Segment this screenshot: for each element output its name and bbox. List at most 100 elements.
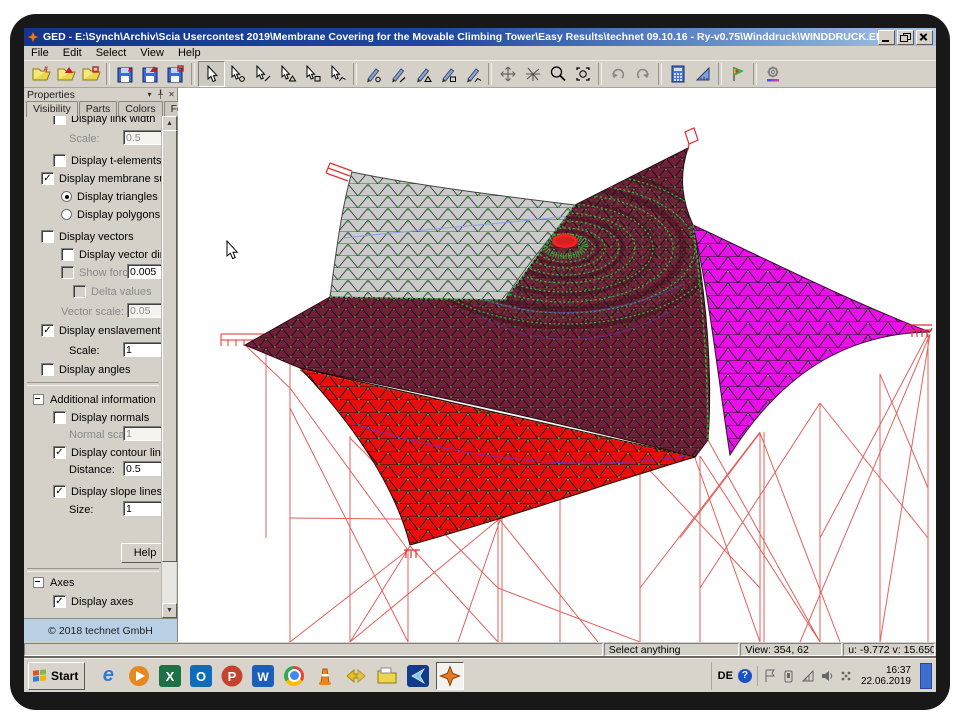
checkbox-box[interactable]: ✓: [61, 266, 74, 279]
checkbox-display-angles[interactable]: ✓Display angles: [41, 363, 131, 376]
menu-view[interactable]: View: [133, 47, 171, 59]
word-icon[interactable]: W: [250, 663, 276, 689]
checkbox-display-normals[interactable]: ✓Display normals: [53, 411, 149, 424]
checkbox-box[interactable]: ✓: [53, 485, 66, 498]
checkbox-box[interactable]: ✓: [41, 172, 54, 185]
tab-colors[interactable]: Colors: [118, 101, 162, 116]
save-points-icon[interactable]: [163, 62, 188, 86]
dots-tray-icon[interactable]: [839, 668, 853, 684]
file-manager-icon[interactable]: [374, 663, 400, 689]
excel-icon[interactable]: X: [157, 663, 183, 689]
help-button[interactable]: Help: [121, 543, 163, 563]
move-icon[interactable]: [495, 62, 520, 86]
collapse-icon[interactable]: [33, 577, 44, 588]
menu-select[interactable]: Select: [89, 47, 134, 59]
redo-icon[interactable]: [630, 62, 655, 86]
undo-icon[interactable]: [605, 62, 630, 86]
save-lines-icon[interactable]: [138, 62, 163, 86]
ged-app-icon[interactable]: [436, 662, 464, 690]
save-project-icon[interactable]: #: [113, 62, 138, 86]
panel-scrollbar[interactable]: ▲ ▼: [161, 116, 176, 618]
checkbox-display-link-width[interactable]: ✓Display link width: [53, 116, 155, 125]
menu-edit[interactable]: Edit: [56, 47, 89, 59]
device-tray-icon[interactable]: [782, 668, 796, 684]
checkbox-box[interactable]: ✓: [41, 324, 54, 337]
checkbox-display-axes[interactable]: ✓Display axes: [53, 595, 133, 608]
scroll-down-icon[interactable]: ▼: [162, 603, 177, 618]
zoom-icon[interactable]: [545, 62, 570, 86]
checkbox-box[interactable]: ✓: [53, 154, 66, 167]
open-project-icon[interactable]: #: [28, 62, 53, 86]
vlc-icon[interactable]: [312, 663, 338, 689]
help-tray-icon[interactable]: ?: [738, 669, 752, 683]
checkbox-box[interactable]: ✓: [53, 116, 66, 125]
explode-icon[interactable]: [520, 62, 545, 86]
checkbox-box[interactable]: ✓: [73, 285, 86, 298]
restore-button[interactable]: [897, 30, 914, 45]
vector-scale-field[interactable]: [127, 303, 163, 318]
checkbox-box[interactable]: ✓: [41, 230, 54, 243]
open-lines-icon[interactable]: [53, 62, 78, 86]
select-lines-icon[interactable]: [250, 62, 275, 86]
outlook-icon[interactable]: O: [188, 663, 214, 689]
panel-header[interactable]: Properties ▾ ╀ ✕: [24, 88, 177, 102]
volume-tray-icon[interactable]: [820, 668, 834, 684]
flag-tray-icon[interactable]: [763, 668, 777, 684]
clock[interactable]: 16:37 22.06.2019: [861, 665, 911, 687]
checkbox-box[interactable]: ✓: [61, 248, 74, 261]
checkbox-display-t-elements[interactable]: ✓Display t-elements: [53, 154, 161, 167]
show-desktop-button[interactable]: [920, 663, 932, 689]
viewer-icon[interactable]: [405, 663, 431, 689]
draw-polylines-icon[interactable]: [460, 62, 485, 86]
tab-parts[interactable]: Parts: [79, 101, 118, 116]
enslavement-scale-field[interactable]: [123, 342, 163, 357]
start-button[interactable]: Start: [28, 662, 85, 690]
checkbox-box[interactable]: ✓: [53, 446, 66, 459]
select-polylines-icon[interactable]: [325, 62, 350, 86]
calculator-icon[interactable]: [665, 62, 690, 86]
show-forces-field[interactable]: [127, 264, 163, 279]
select-points-icon[interactable]: [225, 62, 250, 86]
radio-dot[interactable]: [61, 191, 72, 202]
checkbox-display-vectors[interactable]: ✓Display vectors: [41, 230, 134, 243]
draw-rectangles-icon[interactable]: [435, 62, 460, 86]
panel-menu-icon[interactable]: ▾: [144, 90, 155, 99]
network-tray-icon[interactable]: [801, 668, 815, 684]
select-arrow-icon[interactable]: [198, 61, 225, 87]
scroll-thumb[interactable]: [162, 130, 177, 562]
draw-points-icon[interactable]: [360, 62, 385, 86]
checkbox-box[interactable]: ✓: [53, 411, 66, 424]
language-indicator[interactable]: DE: [718, 670, 733, 682]
collapse-icon[interactable]: [33, 394, 44, 405]
checkbox-display-slope-lines[interactable]: ✓Display slope lines: [53, 485, 162, 498]
menu-file[interactable]: File: [24, 47, 56, 59]
internet-explorer-icon[interactable]: e: [95, 663, 121, 689]
render-flag-icon[interactable]: [725, 62, 750, 86]
switcher-icon[interactable]: [343, 663, 369, 689]
zoom-window-icon[interactable]: [570, 62, 595, 86]
checkbox-box[interactable]: ✓: [53, 595, 66, 608]
select-triangles-icon[interactable]: [275, 62, 300, 86]
media-player-icon[interactable]: [126, 663, 152, 689]
open-points-icon[interactable]: [78, 62, 103, 86]
membrane-magenta-sail[interactable]: [693, 225, 930, 455]
measure-icon[interactable]: [690, 62, 715, 86]
scroll-up-icon[interactable]: ▲: [162, 116, 177, 131]
checkbox-display-contour-lines[interactable]: ✓Display contour lines: [53, 446, 163, 459]
size-field[interactable]: [123, 501, 163, 516]
powerpoint-icon[interactable]: P: [219, 663, 245, 689]
chrome-icon[interactable]: [281, 663, 307, 689]
color-settings-icon[interactable]: [760, 62, 785, 86]
normal-scale-field[interactable]: [123, 426, 163, 441]
section-axes[interactable]: Axes: [33, 576, 74, 589]
checkbox-display-vector-direction[interactable]: ✓Display vector direction: [61, 248, 163, 261]
distance-field[interactable]: [123, 461, 163, 476]
tab-visibility[interactable]: Visibility: [26, 101, 78, 117]
radio-dot[interactable]: [61, 209, 72, 220]
radio-display-polygons[interactable]: Display polygons: [61, 208, 160, 221]
window-titlebar[interactable]: GED - E:\Synch\Archiv\Scia Usercontest 2…: [24, 28, 936, 46]
panel-close-icon[interactable]: ✕: [166, 90, 177, 99]
checkbox-delta-values[interactable]: ✓Delta values: [73, 285, 152, 298]
radio-display-triangles[interactable]: Display triangles: [61, 190, 158, 203]
section-additional-information[interactable]: Additional information: [33, 393, 156, 406]
